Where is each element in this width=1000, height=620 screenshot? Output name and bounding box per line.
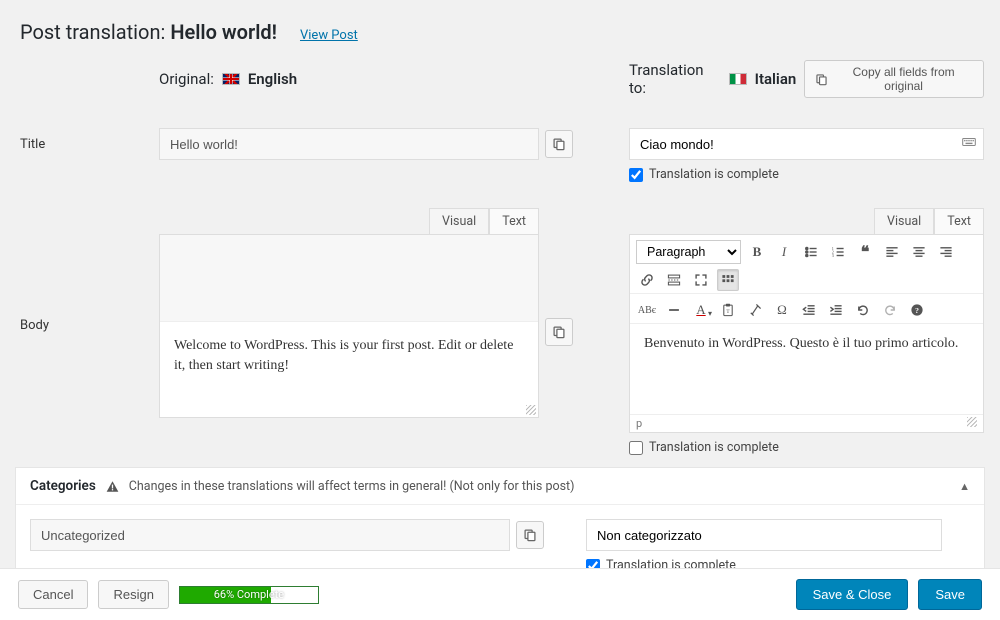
keyboard-icon	[962, 135, 976, 149]
copy-body-button[interactable]	[545, 318, 573, 346]
align-center-icon[interactable]	[908, 241, 930, 263]
copy-all-fields-button[interactable]: Copy all fields from original	[804, 60, 984, 98]
translation-title-input[interactable]	[629, 128, 984, 160]
body-complete-checkbox-row[interactable]: Translation is complete	[629, 440, 984, 455]
page-title-prefix: Post translation:	[20, 20, 170, 44]
cancel-button[interactable]: Cancel	[18, 580, 88, 609]
fullscreen-icon[interactable]	[690, 269, 712, 291]
paste-text-icon[interactable]: T	[717, 299, 739, 321]
copy-all-label: Copy all fields from original	[834, 65, 973, 93]
category-translation-input[interactable]	[586, 519, 942, 551]
progress-label: 66% Complete	[180, 587, 318, 603]
title-row-label: Title	[20, 128, 159, 182]
translation-body-editor: Paragraph B I 123 ❝ ABє	[629, 234, 984, 433]
original-body-content: Welcome to WordPress. This is your first…	[160, 321, 538, 417]
warning-icon	[106, 480, 119, 493]
redo-icon[interactable]	[879, 299, 901, 321]
original-body-tabs: Visual Text	[159, 208, 539, 234]
outdent-icon[interactable]	[798, 299, 820, 321]
resign-button[interactable]: Resign	[98, 580, 168, 609]
page-header: Post translation: Hello world! View Post	[0, 0, 1000, 60]
original-header: Original: English	[159, 60, 539, 110]
italy-flag-icon	[729, 73, 746, 85]
text-color-icon[interactable]: A▾	[690, 299, 712, 321]
toolbar-toggle-icon[interactable]	[717, 269, 739, 291]
bold-icon[interactable]: B	[746, 241, 768, 263]
original-title-input	[159, 128, 539, 160]
editor-status-bar: p	[630, 414, 983, 432]
page-title-post: Hello world!	[170, 20, 277, 44]
svg-text:3: 3	[832, 253, 834, 258]
svg-text:T: T	[726, 309, 730, 315]
horizontal-rule-icon[interactable]	[663, 299, 685, 321]
collapse-toggle-icon[interactable]: ▲	[959, 480, 970, 493]
original-language: English	[248, 70, 297, 88]
translation-visual-tab[interactable]: Visual	[874, 208, 934, 234]
resize-handle-icon[interactable]	[967, 417, 977, 427]
categories-title: Categories	[30, 478, 96, 494]
categories-header: Categories Changes in these translations…	[16, 468, 984, 505]
title-complete-checkbox[interactable]	[629, 168, 643, 182]
translation-language: Italian	[755, 70, 797, 88]
copy-title-button[interactable]	[545, 130, 573, 158]
view-post-link[interactable]: View Post	[300, 28, 358, 43]
original-text-tab[interactable]: Text	[489, 208, 539, 234]
special-char-icon[interactable]: Ω	[771, 299, 793, 321]
link-icon[interactable]	[636, 269, 658, 291]
undo-icon[interactable]	[852, 299, 874, 321]
editor-toolbar-row2: ABє A▾ T Ω ?	[630, 294, 983, 324]
copy-category-button[interactable]	[516, 521, 544, 549]
page-title: Post translation: Hello world!	[20, 20, 282, 44]
translation-header: Translation to: Italian Copy all fields …	[629, 60, 984, 110]
svg-text:?: ?	[915, 306, 919, 315]
bullet-list-icon[interactable]	[800, 241, 822, 263]
translation-editor: Original: English Translation to: Italia…	[0, 60, 1000, 455]
align-right-icon[interactable]	[935, 241, 957, 263]
body-complete-checkbox[interactable]	[629, 441, 643, 455]
original-body-area: Welcome to WordPress. This is your first…	[159, 234, 539, 418]
title-complete-label: Translation is complete	[649, 167, 779, 182]
editor-toolbar-row1: Paragraph B I 123 ❝	[630, 235, 983, 294]
translation-body-content[interactable]: Benvenuto in WordPress. Questo è il tuo …	[630, 324, 983, 414]
help-icon[interactable]: ?	[906, 299, 928, 321]
copy-icon	[815, 73, 828, 86]
original-label: Original:	[159, 70, 214, 88]
uk-flag-icon	[222, 73, 240, 85]
save-button[interactable]: Save	[918, 579, 982, 610]
body-row-label: Body	[20, 208, 159, 455]
translation-text-tab[interactable]: Text	[934, 208, 984, 234]
italic-icon[interactable]: I	[773, 241, 795, 263]
categories-warning: Changes in these translations will affec…	[129, 479, 575, 494]
numbered-list-icon[interactable]: 123	[827, 241, 849, 263]
translation-body-tabs: Visual Text	[629, 208, 984, 234]
readmore-icon[interactable]	[663, 269, 685, 291]
translation-label: Translation to:	[629, 61, 721, 97]
save-close-button[interactable]: Save & Close	[796, 579, 909, 610]
indent-icon[interactable]	[825, 299, 847, 321]
body-complete-label: Translation is complete	[649, 440, 779, 455]
clear-formatting-icon[interactable]	[744, 299, 766, 321]
format-select[interactable]: Paragraph	[636, 240, 741, 264]
progress-bar: 66% Complete	[179, 586, 319, 604]
editor-path: p	[636, 417, 642, 430]
strikethrough-icon[interactable]: ABє	[636, 299, 658, 321]
footer-bar: Cancel Resign 66% Complete Save & Close …	[0, 568, 1000, 620]
title-complete-checkbox-row[interactable]: Translation is complete	[629, 167, 984, 182]
align-left-icon[interactable]	[881, 241, 903, 263]
category-original-input	[30, 519, 510, 551]
original-visual-tab[interactable]: Visual	[429, 208, 489, 234]
blockquote-icon[interactable]: ❝	[854, 241, 876, 263]
